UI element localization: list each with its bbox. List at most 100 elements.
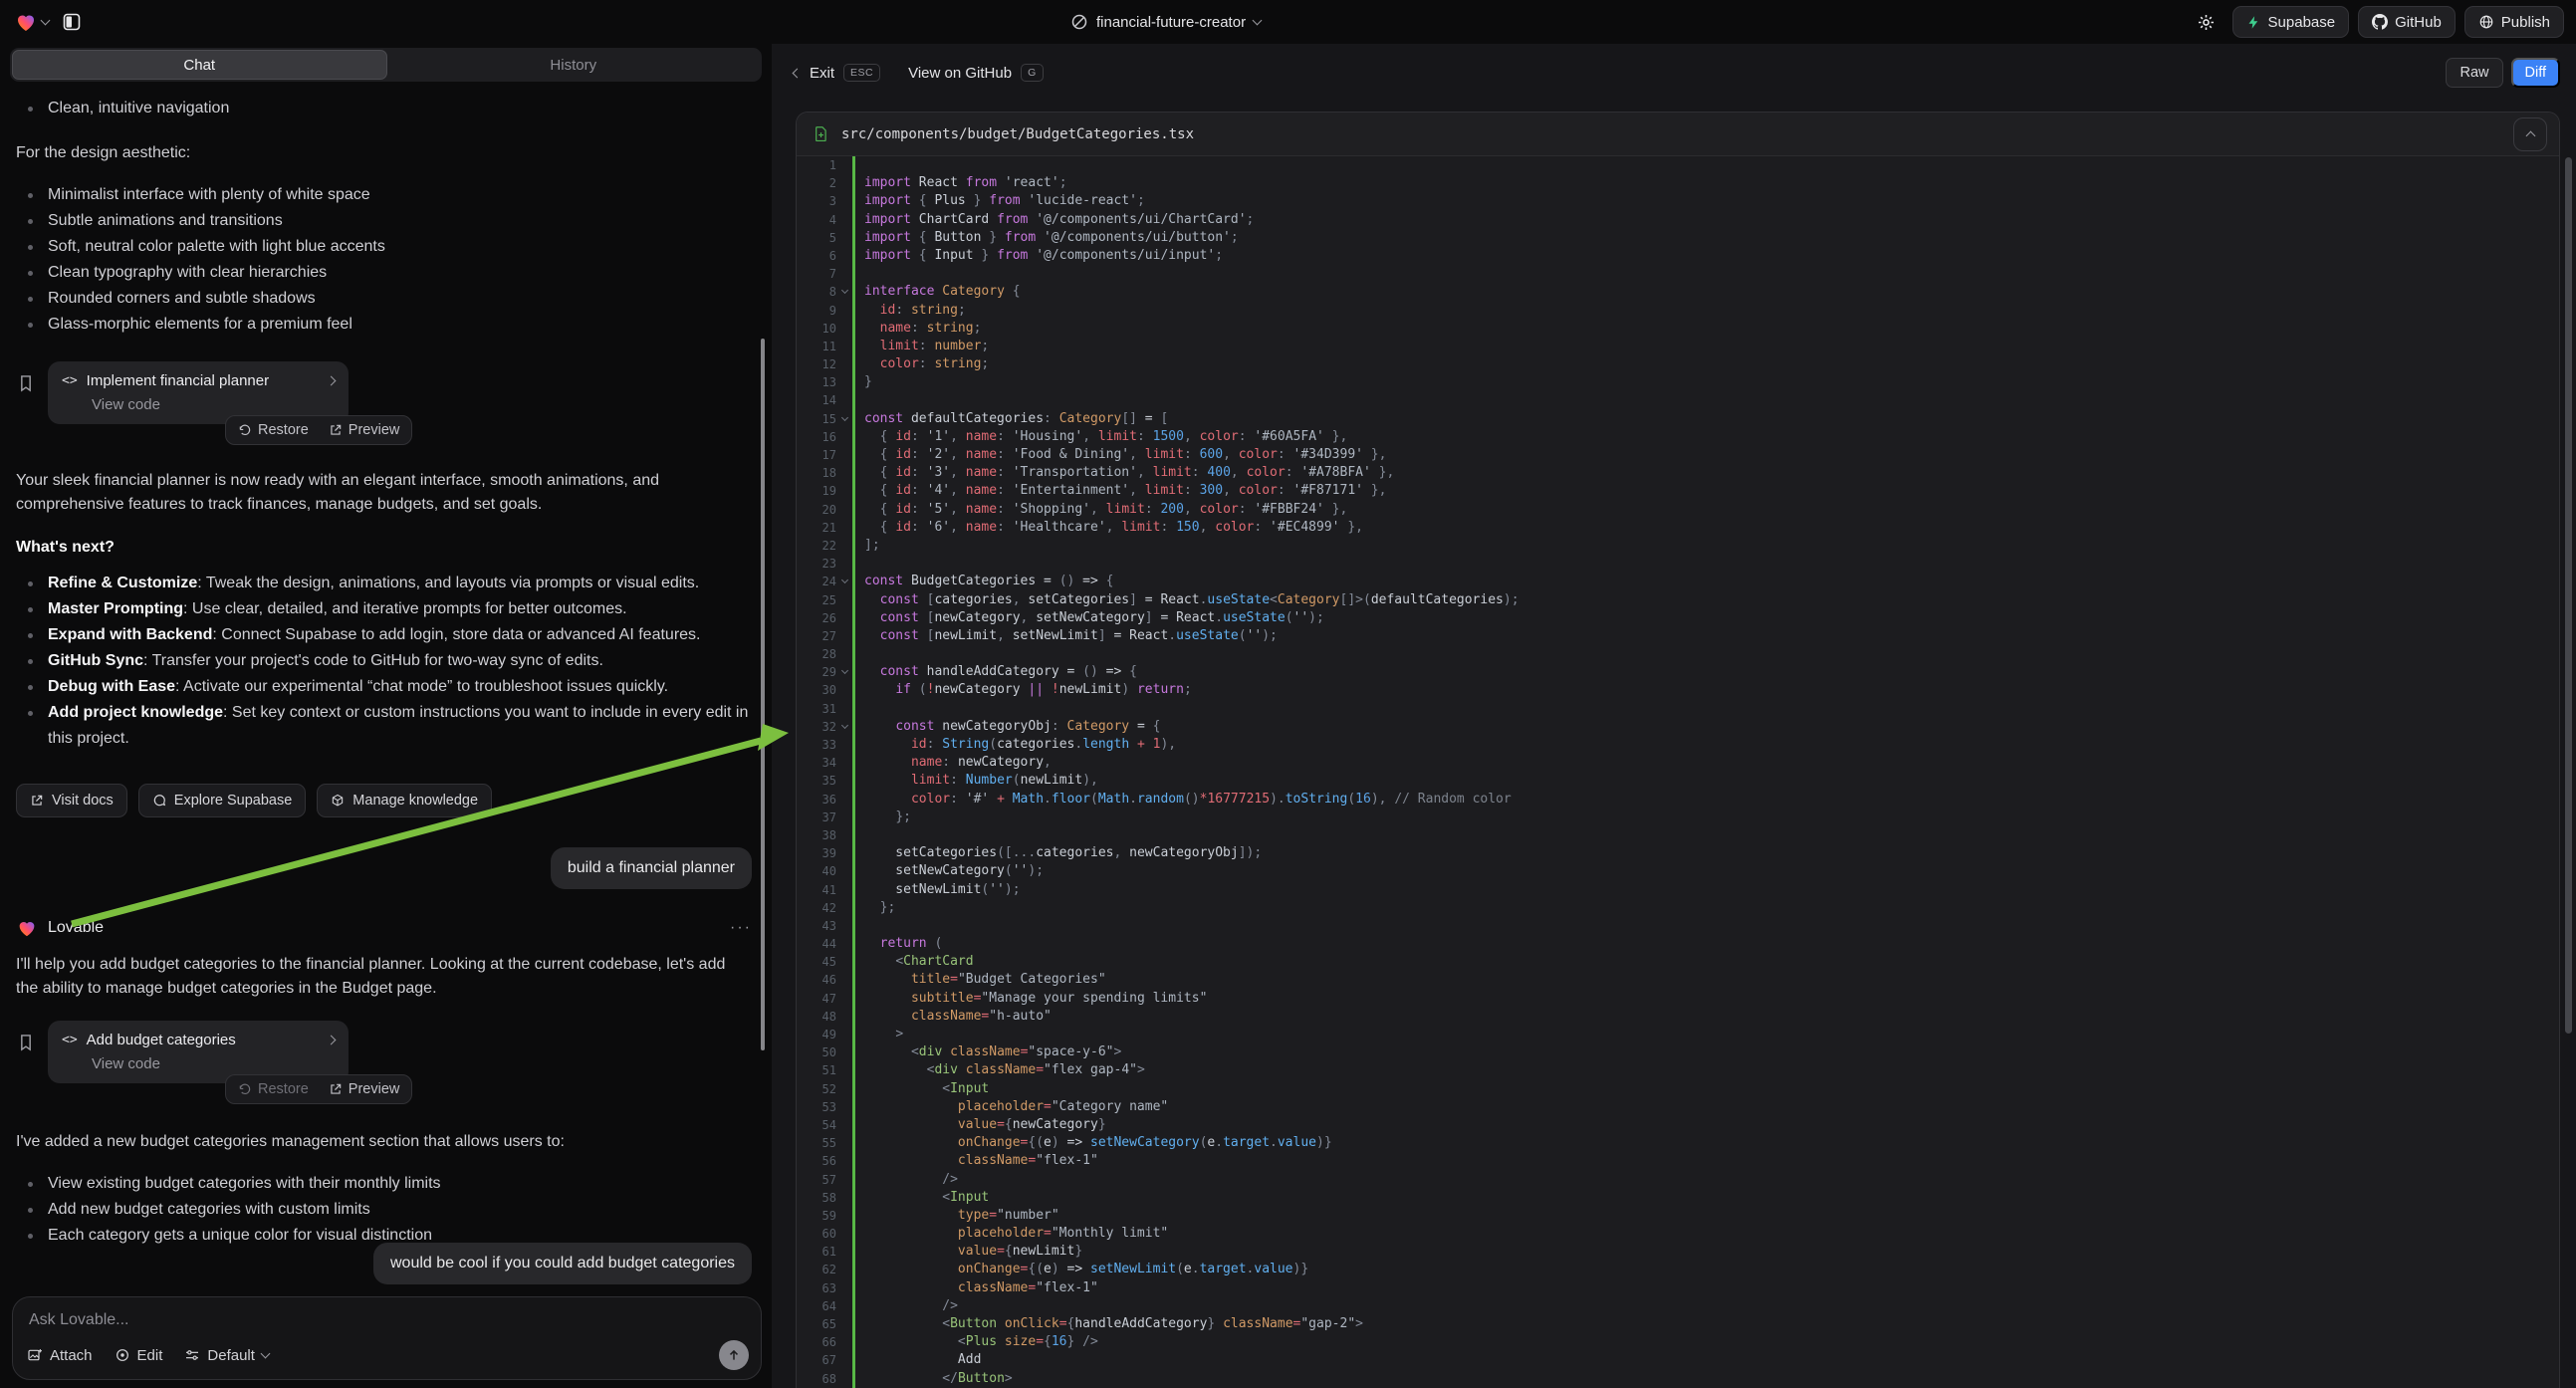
tool-card-title: Add budget categories	[87, 1032, 319, 1048]
fold-gutter	[836, 338, 852, 355]
bookmark-icon[interactable]	[16, 1033, 36, 1052]
edit-button[interactable]: Edit	[115, 1347, 163, 1364]
list-item: View existing budget categories with the…	[16, 1171, 752, 1197]
code-line: 57 />	[797, 1171, 2559, 1189]
fold-gutter	[836, 1043, 852, 1061]
preview-button[interactable]: Preview	[329, 422, 400, 438]
fold-gutter	[836, 1370, 852, 1388]
chevron-left-icon	[793, 68, 803, 78]
chat-composer[interactable]: Ask Lovable... Attach Edit	[12, 1296, 762, 1380]
code-line: 61 value={newLimit}	[797, 1243, 2559, 1261]
code-line: 44 return (	[797, 935, 2559, 953]
line-number: 66	[797, 1333, 836, 1351]
fold-gutter	[836, 355, 852, 373]
code-line: 20 { id: '5', name: 'Shopping', limit: 2…	[797, 501, 2559, 519]
line-number: 63	[797, 1279, 836, 1297]
toggle-sidebar-button[interactable]	[55, 5, 89, 39]
manage-knowledge-button[interactable]: Manage knowledge	[317, 784, 492, 817]
github-button[interactable]: GitHub	[2358, 6, 2456, 38]
send-button[interactable]	[719, 1340, 749, 1370]
file-path-bar[interactable]: src/components/budget/BudgetCategories.t…	[797, 113, 2559, 156]
code-line: 26 const [newCategory, setNewCategory] =…	[797, 609, 2559, 627]
exit-button[interactable]: Exit ESC	[794, 64, 880, 82]
line-number: 23	[797, 555, 836, 573]
restore-label: Restore	[258, 1081, 309, 1097]
code-line: 38	[797, 826, 2559, 844]
preview-button[interactable]: Preview	[329, 1081, 400, 1097]
project-selector[interactable]: financial-future-creator	[1070, 0, 1261, 44]
code-line: 63 className="flex-1"	[797, 1279, 2559, 1297]
tab-history[interactable]: History	[387, 50, 761, 80]
composer-input[interactable]: Ask Lovable...	[29, 1311, 747, 1329]
added-bullet-list: View existing budget categories with the…	[16, 1171, 752, 1249]
chat-panel: Chat History Clean, intuitive navigation…	[0, 44, 772, 1388]
supabase-button[interactable]: Supabase	[2232, 6, 2350, 38]
external-link-icon	[329, 1082, 343, 1096]
line-number: 34	[797, 754, 836, 772]
restore-button[interactable]: Restore	[238, 422, 309, 438]
list-item: Soft, neutral color palette with light b…	[16, 234, 752, 260]
line-number: 29	[797, 663, 836, 681]
code-line: 17 { id: '2', name: 'Food & Dining', lim…	[797, 446, 2559, 464]
settings-button[interactable]	[2190, 5, 2224, 39]
chat-scrollbar[interactable]	[761, 339, 765, 1050]
globe-icon	[2478, 14, 2494, 30]
diff-toggle-button[interactable]: Diff	[2511, 58, 2561, 88]
restore-icon	[238, 423, 252, 437]
sidebar-panel-icon	[62, 12, 82, 32]
package-icon	[331, 794, 345, 808]
g-shortcut-badge: G	[1021, 64, 1044, 82]
line-number: 32	[797, 718, 836, 736]
line-number: 20	[797, 501, 836, 519]
line-number: 45	[797, 953, 836, 971]
assistant-paragraph: Your sleek financial planner is now read…	[16, 469, 752, 517]
list-item: GitHub Sync: Transfer your project's cod…	[16, 648, 752, 674]
line-number: 62	[797, 1261, 836, 1278]
code-editor-content[interactable]: 12import React from 'react';3import { Pl…	[797, 156, 2559, 1388]
mode-selector[interactable]: Default	[184, 1347, 269, 1364]
code-viewer-header: Exit ESC View on GitHub G Raw Diff	[772, 44, 2576, 102]
raw-toggle-button[interactable]: Raw	[2446, 58, 2502, 88]
fold-gutter	[836, 791, 852, 809]
message-menu-button[interactable]: ···	[730, 919, 752, 937]
fold-chevron-icon[interactable]	[836, 663, 852, 681]
code-line: 39 setCategories([...categories, newCate…	[797, 844, 2559, 862]
chevron-right-icon	[327, 1036, 337, 1045]
attach-button[interactable]: Attach	[27, 1347, 93, 1364]
fold-chevron-icon[interactable]	[836, 573, 852, 590]
restore-button[interactable]: Restore	[238, 1081, 309, 1097]
view-on-github-button[interactable]: View on GitHub G	[908, 64, 1044, 82]
attach-label: Attach	[50, 1347, 93, 1364]
line-number: 28	[797, 645, 836, 663]
fold-gutter	[836, 971, 852, 989]
fold-chevron-icon[interactable]	[836, 283, 852, 301]
preview-label: Preview	[349, 422, 400, 438]
line-number: 47	[797, 990, 836, 1008]
bookmark-icon[interactable]	[16, 373, 36, 393]
view-code-link[interactable]: View code	[92, 396, 335, 413]
list-item: Add project knowledge: Set key context o…	[16, 700, 752, 752]
code-icon: <>	[62, 373, 78, 388]
fold-gutter	[836, 1225, 852, 1243]
code-line: 45 <ChartCard	[797, 953, 2559, 971]
fold-gutter	[836, 192, 852, 210]
fold-chevron-icon[interactable]	[836, 410, 852, 428]
explore-supabase-button[interactable]: Explore Supabase	[138, 784, 307, 817]
tab-chat[interactable]: Chat	[12, 50, 387, 80]
chat-message-list[interactable]: Clean, intuitive navigation For the desi…	[0, 88, 772, 1292]
code-scrollbar[interactable]	[2565, 157, 2572, 1034]
collapse-file-button[interactable]	[2513, 117, 2547, 151]
line-number: 48	[797, 1008, 836, 1026]
tool-card-title: Implement financial planner	[87, 372, 319, 389]
fold-chevron-icon[interactable]	[836, 718, 852, 736]
code-line: 21 { id: '6', name: 'Healthcare', limit:…	[797, 519, 2559, 537]
view-code-link[interactable]: View code	[92, 1055, 335, 1072]
fold-gutter	[836, 1116, 852, 1134]
visit-docs-button[interactable]: Visit docs	[16, 784, 127, 817]
line-number: 13	[797, 373, 836, 391]
fold-gutter	[836, 391, 852, 409]
publish-button[interactable]: Publish	[2464, 6, 2564, 38]
lovable-logo-heart-icon[interactable]	[14, 10, 49, 34]
code-line: 36 color: '#' + Math.floor(Math.random()…	[797, 791, 2559, 809]
code-line: 47 subtitle="Manage your spending limits…	[797, 990, 2559, 1008]
